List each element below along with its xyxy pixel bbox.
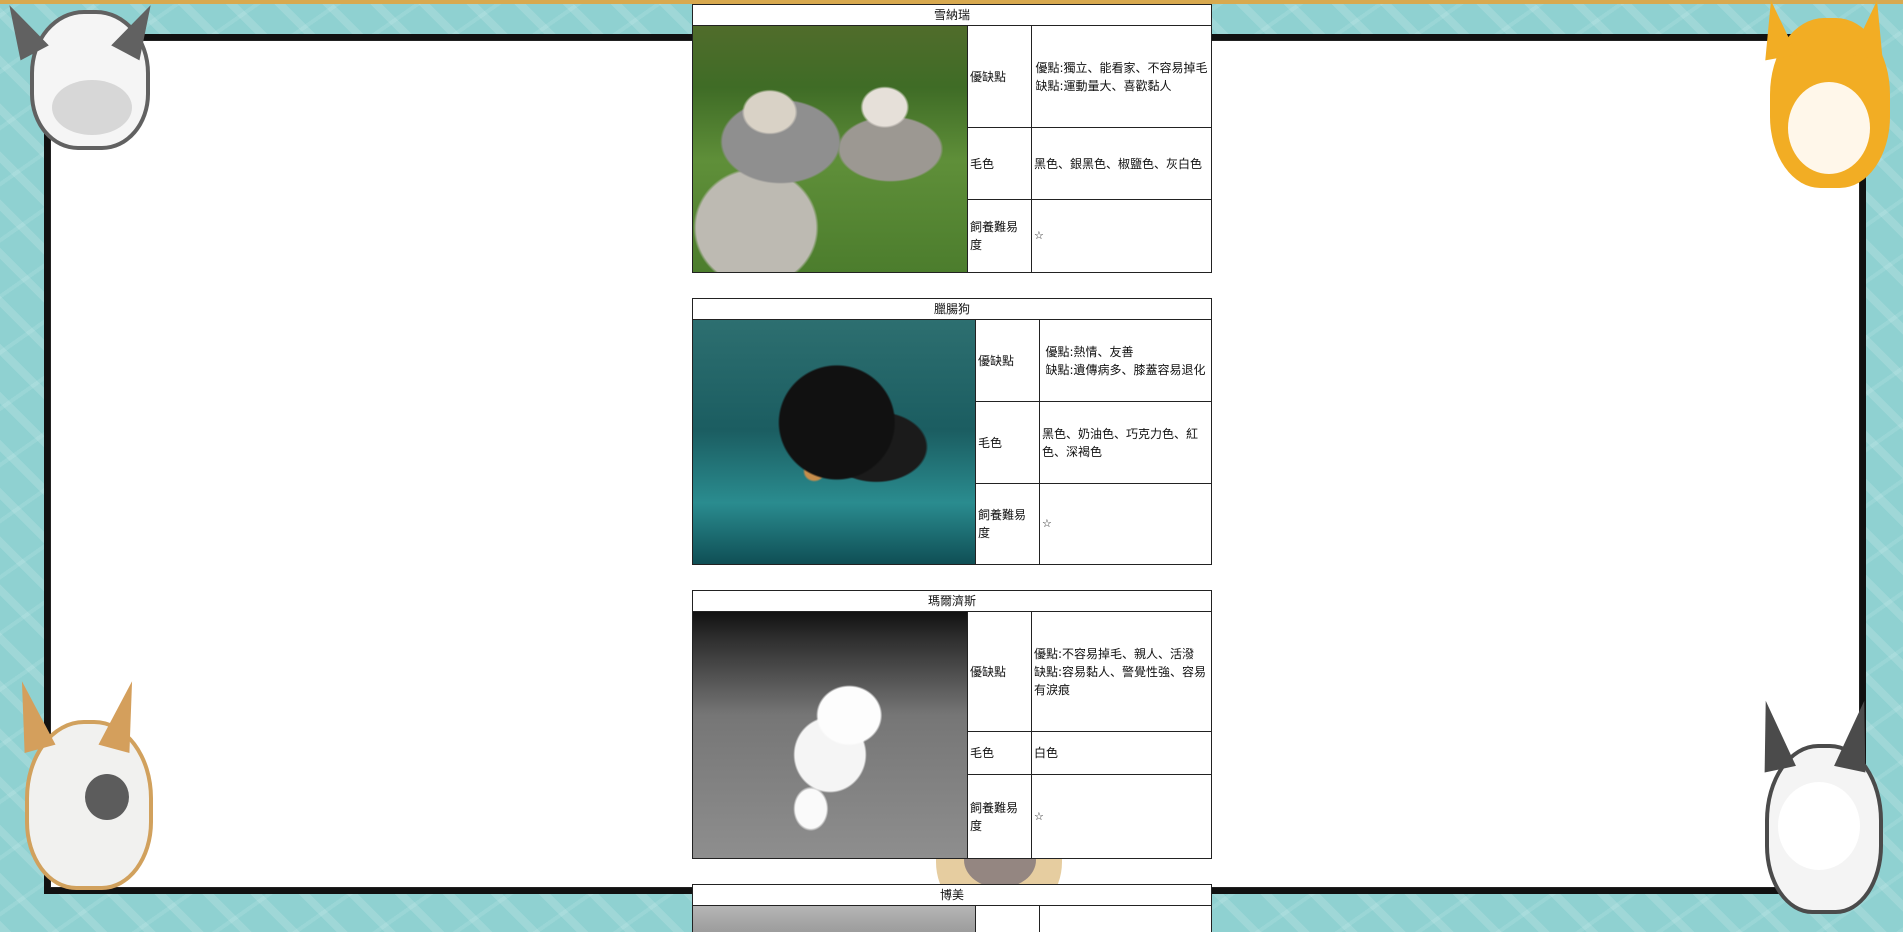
dog-photo xyxy=(693,26,968,272)
breed-card: 臘腸狗 優缺點 優點:熱情、友善 缺點:遺傳病多、膝蓋容易退化 毛色 黑色、奶油… xyxy=(692,298,1212,565)
difficulty-star-icon: ☆ xyxy=(1034,809,1044,823)
card-title: 臘腸狗 xyxy=(693,299,1211,320)
field-label: 優缺點 xyxy=(968,26,1032,127)
field-label: 飼養難易度 xyxy=(968,775,1032,858)
breed-card: 博美 xyxy=(692,884,1212,932)
breed-list: 雪納瑞 優缺點 優點:獨立、能看家、不容易掉毛 缺點:運動量大、喜歡黏人 毛色 … xyxy=(692,4,1212,932)
field-label: 毛色 xyxy=(968,732,1032,774)
breed-card: 瑪爾濟斯 優缺點 優點:不容易掉毛、親人、活潑 缺點:容易黏人、警覺性強、容易有… xyxy=(692,590,1212,859)
dog-photo xyxy=(693,906,976,932)
field-value: 優點:獨立、能看家、不容易掉毛 缺點:運動量大、喜歡黏人 xyxy=(1035,60,1208,93)
field-value: 黑色、銀黑色、椒鹽色、灰白色 xyxy=(1034,156,1203,171)
field-value xyxy=(1040,906,1211,932)
field-value: 黑色、奶油色、巧克力色、紅色、深褐色 xyxy=(1042,426,1199,459)
field-label: 飼養難易度 xyxy=(968,200,1032,272)
dog-photo xyxy=(693,612,968,858)
field-label: 毛色 xyxy=(968,128,1032,199)
field-label: 優缺點 xyxy=(968,612,1032,731)
field-value: 白色 xyxy=(1034,746,1059,760)
difficulty-star-icon: ☆ xyxy=(1042,517,1052,530)
card-title: 博美 xyxy=(693,885,1211,906)
difficulty-star-icon: ☆ xyxy=(1034,229,1044,242)
card-title: 雪納瑞 xyxy=(693,5,1211,26)
field-value: 優點:熱情、友善 缺點:遺傳病多、膝蓋容易退化 xyxy=(1045,344,1206,377)
breed-card: 雪納瑞 優缺點 優點:獨立、能看家、不容易掉毛 缺點:運動量大、喜歡黏人 毛色 … xyxy=(692,4,1212,273)
field-label: 飼養難易度 xyxy=(976,484,1040,564)
field-label xyxy=(976,906,1040,932)
card-title: 瑪爾濟斯 xyxy=(693,591,1211,612)
field-value: 優點:不容易掉毛、親人、活潑 缺點:容易黏人、警覺性強、容易有淚痕 xyxy=(1034,646,1207,697)
field-label: 優缺點 xyxy=(976,320,1040,401)
field-label: 毛色 xyxy=(976,402,1040,483)
dog-photo xyxy=(693,320,976,564)
